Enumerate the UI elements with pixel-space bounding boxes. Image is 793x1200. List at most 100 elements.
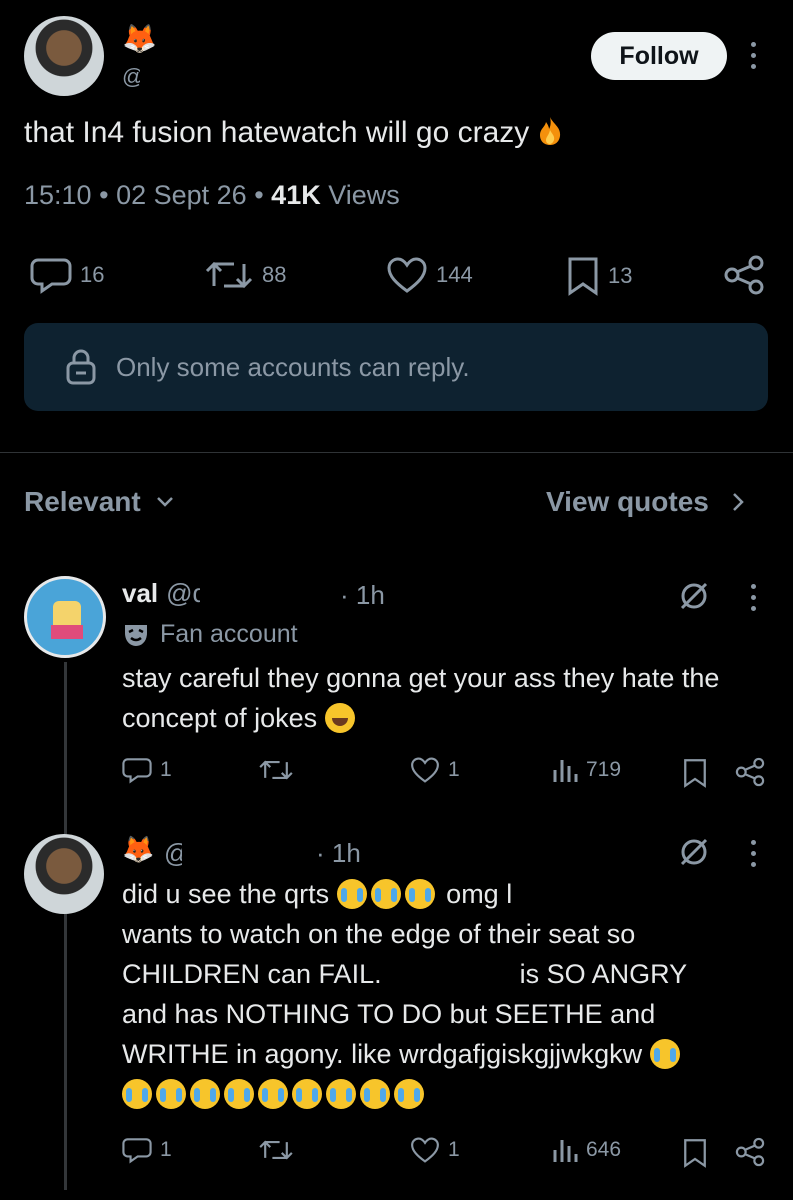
reply-share-icon[interactable] [734,756,766,788]
post-date[interactable]: 02 Sept 26 [116,180,247,210]
reply-count: 16 [80,262,105,287]
section-divider [0,452,793,453]
author-avatar[interactable] [24,16,104,96]
sort-dropdown[interactable]: Relevant [24,486,175,518]
heart-icon [411,1137,439,1163]
reply-more-options-icon[interactable] [748,840,758,867]
reply-text-part: CHILDREN can FAIL. [122,959,382,989]
redaction [182,828,316,868]
reply-emoji-line [122,1074,772,1114]
reply-reply-button[interactable]: 1 [122,756,172,784]
reply-text-line: wants to watch on the edge of their seat… [122,919,636,949]
share-button[interactable] [722,254,766,296]
crying-emoji-icon [122,1079,152,1109]
reply-reply-count: 1 [160,1138,172,1161]
redaction [140,62,268,98]
follow-button[interactable]: Follow [591,32,727,80]
reply-repost-button[interactable] [258,1136,294,1164]
grok-icon[interactable] [678,836,710,868]
reply-more-options-icon[interactable] [748,584,758,611]
redaction [200,576,340,612]
reply-repost-button[interactable] [258,756,294,784]
heart-icon [387,257,427,293]
bookmark-count: 13 [608,263,633,288]
reply-restriction-text: Only some accounts can reply. [116,351,470,382]
reply-text-line: and has NOTHING TO DO but SEETHE and [122,999,656,1029]
view-quotes-label: View quotes [546,486,709,517]
reply-views-button[interactable]: 719 [552,756,621,784]
reply-bookmark-icon[interactable] [682,758,708,788]
post-text-content: that In4 fusion hatewatch will go crazy [24,116,530,149]
post-time[interactable]: 15:10 [24,180,92,210]
bookmark-button[interactable]: 13 [566,256,632,296]
meta-separator: • [99,180,117,210]
chevron-right-icon [732,493,744,511]
reply-like-count: 1 [448,1138,460,1161]
crying-emoji-icon [258,1079,288,1109]
repost-icon [259,760,293,780]
reply-text-line: CHILDREN can FAIL. is SO ANGRY [122,954,772,994]
reply-text-part: omg l [446,879,513,909]
reply-text-part: is SO ANGRY [519,959,688,989]
more-options-icon[interactable] [748,42,758,69]
reply-like-button[interactable]: 1 [410,1136,460,1164]
crying-emoji-icon [156,1079,186,1109]
share-icon [724,255,764,295]
repost-button[interactable]: 88 [204,256,286,294]
reply-reply-button[interactable]: 1 [122,1136,172,1164]
reply-reply-count: 1 [160,758,172,781]
fox-emoji-icon: 🦊 [122,23,157,54]
reply-avatar[interactable] [24,834,104,914]
repost-icon [259,1140,293,1160]
views-icon [553,760,578,782]
reply-like-count: 1 [448,758,460,781]
avatar-character-body [51,625,83,639]
reply-views-count: 646 [586,1138,622,1161]
mask-icon [125,624,147,646]
reply-text: stay careful they gonna get your ass the… [122,658,762,738]
laughing-emoji-icon [324,703,355,733]
reply-bookmark-icon[interactable] [682,1138,708,1168]
views-count: 41K [271,180,321,210]
crying-emoji-icon [394,1079,424,1109]
repost-icon [205,261,253,289]
reply-text-part: did u see the qrts [122,879,330,909]
fire-emoji-icon [540,117,561,145]
reply-views-button[interactable]: 646 [552,1136,621,1164]
reply-like-button[interactable]: 1 [410,756,460,784]
crying-emoji-icon [292,1079,322,1109]
view-quotes-link[interactable]: View quotes [546,486,745,518]
crying-emoji-icon [190,1079,220,1109]
thread-line [64,662,67,1190]
meta-separator: • [254,180,272,210]
lock-icon [66,349,96,385]
grok-icon[interactable] [678,580,710,612]
crying-emoji-icon [336,879,367,909]
reply-time[interactable]: · 1h [340,580,385,611]
post-meta: 15:10 • 02 Sept 26 • 41K Views [24,180,400,211]
post-text: that In4 fusion hatewatch will go crazy [24,116,563,150]
reply-author-name[interactable]: val [122,578,158,609]
reply-button[interactable]: 16 [30,256,104,294]
crying-emoji-icon [326,1079,356,1109]
crying-emoji-icon [224,1079,254,1109]
reply-icon [30,258,72,294]
reply-views-count: 719 [586,758,622,781]
crying-emoji-icon [360,1079,390,1109]
reply-header: val @d [122,578,207,609]
reply-time[interactable]: · 1h [316,838,361,869]
heart-icon [411,757,439,783]
fan-account-label: Fan account [160,620,298,648]
reply-share-icon[interactable] [734,1136,766,1168]
reply-avatar[interactable] [24,576,106,658]
chevron-down-icon [156,497,173,507]
reply-icon [122,758,152,784]
bookmark-icon [568,257,598,296]
reply-text-content: stay careful they gonna get your ass the… [122,663,720,733]
crying-emoji-icon [404,879,435,909]
like-button[interactable]: 144 [386,256,473,294]
reply-text-line: WRITHE in agony. like wrdgafjgiskgjjwkgk… [122,1034,772,1074]
sort-label: Relevant [24,486,141,517]
views-label: Views [328,180,400,210]
reply-icon [122,1138,152,1164]
